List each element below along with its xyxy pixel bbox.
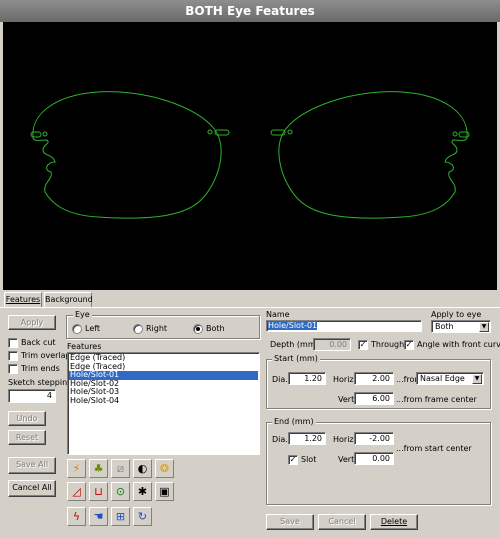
- lens-preview-canvas[interactable]: [3, 22, 497, 290]
- start-group-label: Start (mm): [272, 354, 320, 364]
- eye-left-label: Left: [85, 324, 101, 333]
- end-horiz-from-label: ...from start center: [396, 444, 472, 453]
- lightning-icon[interactable]: ⚡: [67, 459, 86, 478]
- features-label: Features: [67, 342, 102, 351]
- name-label: Name: [266, 310, 290, 319]
- start-horiz-label: Horiz.: [333, 375, 357, 384]
- reset-button[interactable]: Reset: [8, 430, 46, 445]
- contrast-icon[interactable]: ◐: [133, 459, 152, 478]
- list-item[interactable]: Hole/Slot-04: [69, 396, 258, 406]
- through-checkbox[interactable]: ✓: [358, 340, 368, 350]
- back-cut-checkbox[interactable]: [8, 338, 18, 348]
- tab-divider: [0, 307, 500, 308]
- tab-background[interactable]: Background: [44, 292, 93, 307]
- back-cut-label: Back cut: [21, 338, 56, 347]
- end-group-label: End (mm): [272, 417, 316, 427]
- start-vert-input[interactable]: 6.00: [354, 392, 394, 405]
- delete-button[interactable]: Delete: [370, 514, 418, 530]
- bag-icon[interactable]: ❂: [155, 459, 174, 478]
- chevron-down-icon: ▼: [472, 374, 482, 384]
- end-dia-input[interactable]: 1.20: [288, 432, 326, 445]
- apply-to-eye-select[interactable]: Both ▼: [431, 320, 491, 333]
- depth-label: Depth (mm): [270, 340, 319, 349]
- circle-icon[interactable]: ⊙: [111, 482, 130, 501]
- sketch-stepping-label: Sketch stepping: [8, 378, 73, 387]
- name-input[interactable]: Hole/Slot-01: [266, 320, 422, 332]
- eye-right-radio[interactable]: [133, 324, 143, 334]
- rotate-icon[interactable]: ↻: [133, 507, 152, 526]
- tab-features-label: Features: [5, 295, 41, 304]
- features-list[interactable]: Edge (Traced) Edge (Traced) Hole/Slot-01…: [67, 352, 260, 455]
- angle-checkbox[interactable]: ✓: [404, 340, 414, 350]
- left-hole-nasal: [207, 129, 213, 135]
- right-lens-outline: [278, 91, 468, 219]
- cancel-all-button[interactable]: Cancel All: [8, 480, 56, 497]
- through-label: Through: [371, 340, 405, 349]
- save-disk-icon[interactable]: ▣: [155, 482, 174, 501]
- eye-right-label: Right: [146, 324, 168, 333]
- tab-background-label: Background: [45, 295, 93, 304]
- end-horiz-label: Horiz.: [333, 435, 357, 444]
- tree-icon[interactable]: ♣: [89, 459, 108, 478]
- eye-group-label: Eye: [73, 310, 92, 320]
- start-dia-input[interactable]: 1.20: [288, 372, 326, 385]
- tab-features[interactable]: Features: [4, 292, 42, 307]
- right-hole-nasal: [287, 129, 293, 135]
- trim-overlaps-checkbox[interactable]: [8, 351, 18, 361]
- apply-button[interactable]: Apply: [8, 315, 56, 330]
- cancel-button[interactable]: Cancel: [318, 514, 366, 530]
- undo-button[interactable]: Undo: [8, 411, 46, 426]
- window-title: BOTH Eye Features: [0, 0, 500, 22]
- save-button[interactable]: Save: [266, 514, 314, 530]
- chevron-down-icon: ▼: [479, 322, 489, 332]
- end-dia-label: Dia.: [272, 435, 288, 444]
- apply-to-eye-value: Both: [435, 322, 454, 331]
- start-from-value: Nasal Edge: [420, 374, 465, 383]
- save-all-button[interactable]: Save All: [8, 457, 56, 474]
- start-dia-label: Dia.: [272, 375, 288, 384]
- eye-left-radio[interactable]: [72, 324, 82, 334]
- eye-both-label: Both: [206, 324, 225, 333]
- right-hole-temporal: [452, 131, 458, 137]
- lens-outlines: [30, 91, 470, 219]
- notch-icon[interactable]: ⊔: [89, 482, 108, 501]
- bug-icon[interactable]: ✱: [133, 482, 152, 501]
- left-lens-outline: [32, 91, 222, 219]
- depth-input[interactable]: 0.00: [313, 338, 351, 351]
- wave-tool-icon[interactable]: ϟ: [67, 507, 86, 526]
- hatch-icon[interactable]: ⧄: [111, 459, 130, 478]
- measure-icon[interactable]: ⊞: [111, 507, 130, 526]
- hand-icon[interactable]: ☚: [89, 507, 108, 526]
- bevel-icon[interactable]: ◿: [67, 482, 86, 501]
- trim-ends-label: Trim ends: [21, 364, 60, 373]
- slot-label: Slot: [301, 455, 317, 464]
- end-horiz-input[interactable]: -2.00: [354, 432, 394, 445]
- sketch-stepping-input[interactable]: 4: [8, 389, 56, 403]
- apply-to-eye-label: Apply to eye: [431, 310, 482, 319]
- angle-label: Angle with front curve: [417, 340, 500, 349]
- start-from-select[interactable]: Nasal Edge ▼: [416, 372, 484, 385]
- slot-checkbox[interactable]: ✓: [288, 455, 298, 465]
- left-hole-temporal: [42, 131, 48, 137]
- end-vert-input[interactable]: 0.00: [354, 452, 394, 465]
- trim-ends-checkbox[interactable]: [8, 364, 18, 374]
- start-vert-from-label: ...from frame center: [396, 395, 477, 404]
- name-input-value: Hole/Slot-01: [268, 321, 318, 330]
- eye-both-radio[interactable]: [193, 324, 203, 334]
- start-horiz-input[interactable]: 2.00: [354, 372, 394, 385]
